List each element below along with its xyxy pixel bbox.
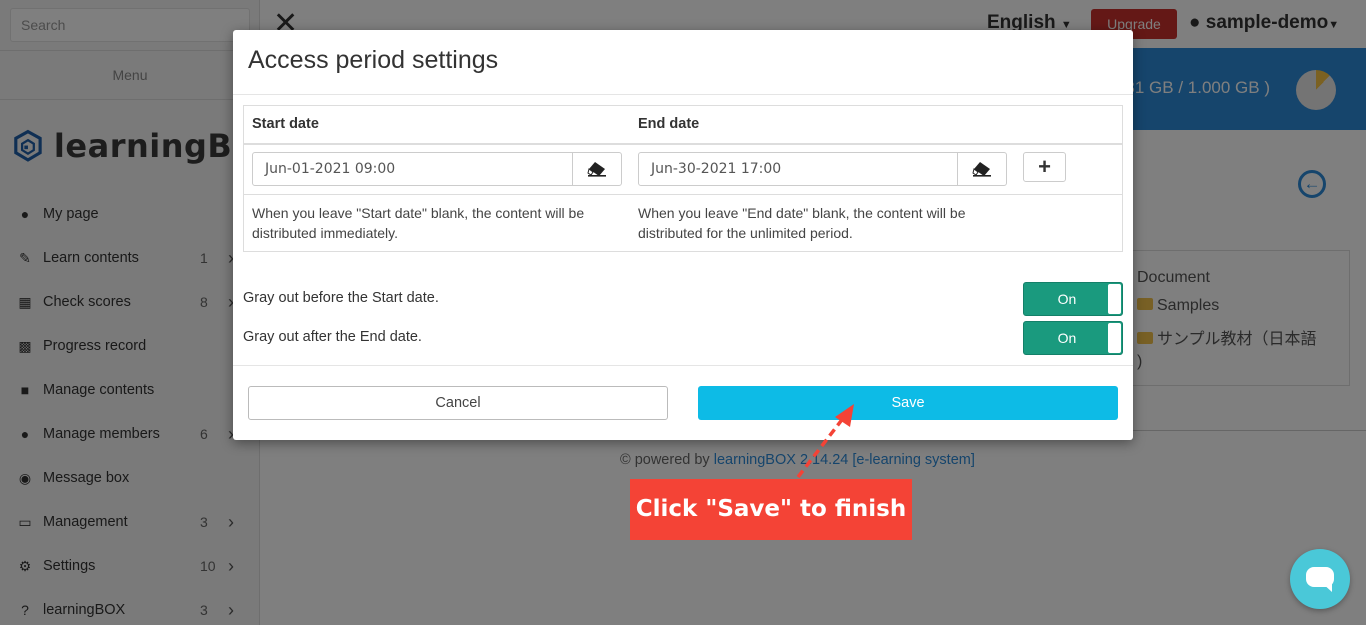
chat-button[interactable] [1290,549,1350,609]
instruction-callout: Click "Save" to finish [630,479,912,540]
start-date-note: When you leave "Start date" blank, the c… [252,205,585,241]
eraser-icon [972,162,991,177]
plus-icon: + [1038,154,1051,179]
divider [233,365,1133,366]
clear-start-date-button[interactable] [572,152,622,186]
start-date-input[interactable]: Jun-01-2021 09:00 [252,152,573,186]
access-period-modal: Access period settings Start date End da… [233,30,1133,440]
divider [244,143,1122,145]
end-date-header: End date [638,116,700,132]
clear-end-date-button[interactable] [957,152,1007,186]
toggle-knob [1108,323,1121,353]
toggle-knob [1108,284,1121,314]
toggle-state: On [1057,291,1077,307]
eraser-icon [587,162,606,177]
divider [233,94,1133,95]
gray-after-toggle[interactable]: On [1023,321,1123,355]
end-date-input[interactable]: Jun-30-2021 17:00 [638,152,958,186]
cancel-button[interactable]: Cancel [248,386,668,420]
divider [244,194,1122,195]
annotation-arrow [796,404,854,479]
chat-bubble-tail [1322,583,1332,592]
start-date-header: Start date [252,116,319,132]
modal-title: Access period settings [248,46,499,74]
gray-before-toggle[interactable]: On [1023,282,1123,316]
gray-after-label: Gray out after the End date. [243,329,422,345]
gray-before-label: Gray out before the Start date. [243,290,439,306]
add-period-button[interactable]: + [1023,152,1066,182]
period-table: Start date End date Jun-01-2021 09:00 Ju… [243,105,1123,252]
end-date-note: When you leave "End date" blank, the con… [638,205,966,241]
toggle-state: On [1057,330,1077,346]
save-button[interactable]: Save [698,386,1118,420]
